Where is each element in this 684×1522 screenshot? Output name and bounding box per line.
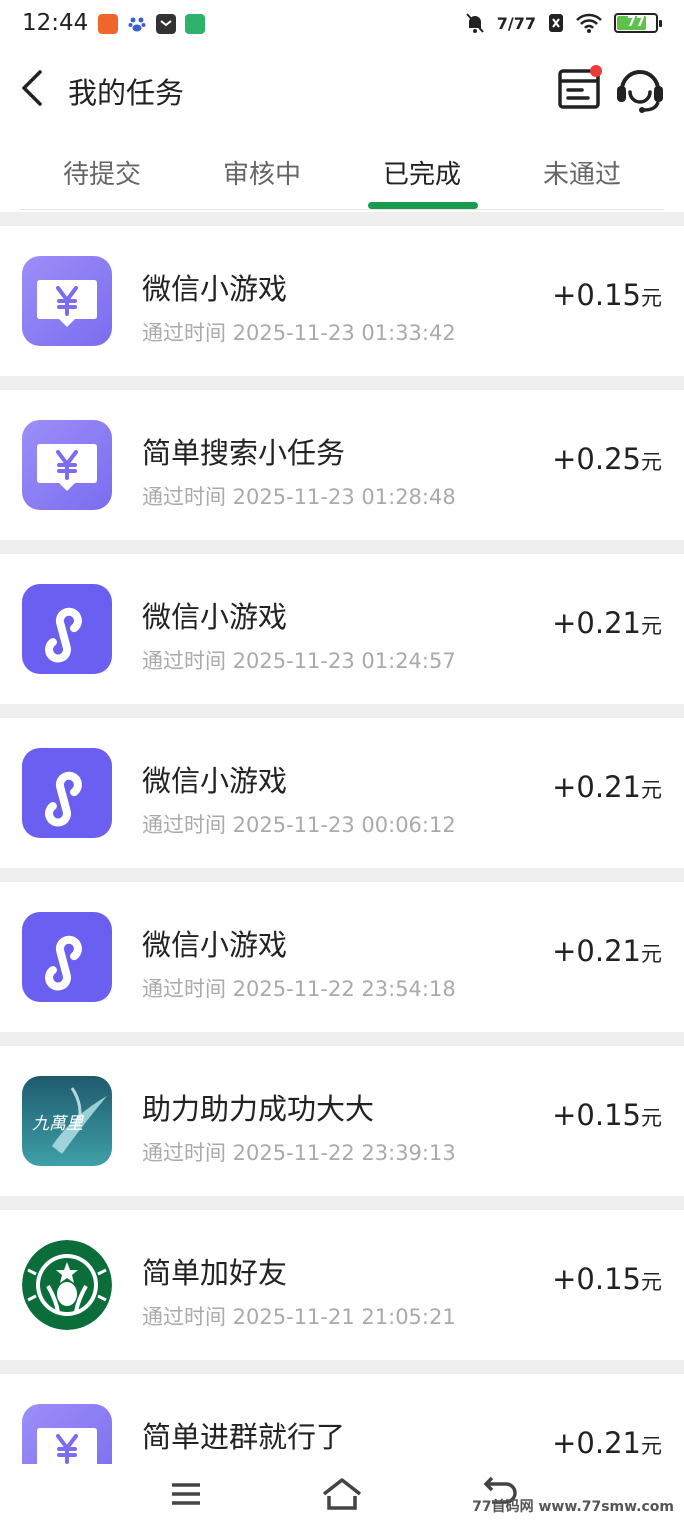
signal-text: 7/77 xyxy=(496,13,536,33)
mute-bell-icon xyxy=(466,13,484,33)
task-amount: +0.25元 xyxy=(552,442,662,476)
task-title: 简单加好友 xyxy=(142,1256,288,1290)
paw-icon xyxy=(127,14,147,34)
green-app-icon xyxy=(185,14,205,34)
customer-service-button[interactable] xyxy=(614,62,666,114)
task-title: 微信小游戏 xyxy=(142,272,288,306)
amount-value: +0.25 xyxy=(552,442,641,476)
tab-rejected[interactable]: 未通过 xyxy=(502,154,662,191)
tab-under-review[interactable]: 审核中 xyxy=(182,154,342,191)
amount-unit: 元 xyxy=(641,942,662,966)
jiuwanli-logo-icon: 九萬里 xyxy=(22,1076,112,1166)
task-item[interactable]: 微信小游戏 通过时间 2025-11-23 00:06:12 +0.21元 xyxy=(0,718,684,868)
amount-value: +0.21 xyxy=(552,606,641,640)
amount-unit: 元 xyxy=(641,1106,662,1130)
home-icon xyxy=(322,1478,362,1510)
task-title: 简单进群就行了 xyxy=(142,1420,346,1454)
task-amount: +0.21元 xyxy=(552,1426,662,1460)
task-title: 微信小游戏 xyxy=(142,928,288,962)
battery-level: 77 xyxy=(626,15,646,30)
amount-unit: 元 xyxy=(641,286,662,310)
tab-pending-submit[interactable]: 待提交 xyxy=(22,154,182,191)
task-amount: +0.15元 xyxy=(552,278,662,312)
task-item[interactable]: 微信小游戏 通过时间 2025-11-23 01:33:42 +0.15元 xyxy=(0,226,684,376)
amount-value: +0.15 xyxy=(552,278,641,312)
home-button[interactable] xyxy=(320,1476,364,1512)
document-list-icon xyxy=(558,65,602,109)
tab-completed[interactable]: 已完成 xyxy=(342,154,502,191)
amount-unit: 元 xyxy=(641,1270,662,1294)
battery-icon: 77 xyxy=(614,13,662,33)
task-time: 通过时间 2025-11-22 23:39:13 xyxy=(142,1141,456,1165)
page-title: 我的任务 xyxy=(68,76,185,110)
mini-program-icon xyxy=(22,748,112,838)
task-time: 通过时间 2025-11-21 21:05:21 xyxy=(142,1305,456,1329)
task-amount: +0.21元 xyxy=(552,606,662,640)
amount-unit: 元 xyxy=(641,778,662,802)
system-nav-bar: 77首码网 www.77smw.com xyxy=(0,1464,684,1522)
amount-value: +0.15 xyxy=(552,1262,641,1296)
task-amount: +0.15元 xyxy=(552,1262,662,1296)
task-time: 通过时间 2025-11-23 01:33:42 xyxy=(142,321,456,345)
status-tabs: 待提交 审核中 已完成 未通过 xyxy=(0,130,684,212)
wifi-icon xyxy=(576,13,602,33)
task-time: 通过时间 2025-11-23 01:24:57 xyxy=(142,649,456,673)
task-time: 通过时间 2025-11-23 01:28:48 xyxy=(142,485,456,509)
task-amount: +0.15元 xyxy=(552,1098,662,1132)
task-title: 微信小游戏 xyxy=(142,600,288,634)
task-title: 微信小游戏 xyxy=(142,764,288,798)
task-amount: +0.21元 xyxy=(552,770,662,804)
task-title: 助力助力成功大大 xyxy=(142,1092,375,1126)
task-time: 通过时间 2025-11-23 00:06:12 xyxy=(142,813,456,837)
amount-value: +0.15 xyxy=(552,1098,641,1132)
task-item[interactable]: 简单加好友 通过时间 2025-11-21 21:05:21 +0.15元 xyxy=(0,1210,684,1360)
task-amount: +0.21元 xyxy=(552,934,662,968)
header: 我的任务 xyxy=(0,50,684,130)
active-tab-indicator xyxy=(368,202,478,209)
amount-unit: 元 xyxy=(641,450,662,474)
amount-value: +0.21 xyxy=(552,770,641,804)
back-arrow-icon xyxy=(22,70,42,106)
tabs-divider xyxy=(20,209,664,210)
yuan-icon xyxy=(22,420,112,510)
task-item[interactable]: 九萬里 助力助力成功大大 通过时间 2025-11-22 23:39:13 +0… xyxy=(0,1046,684,1196)
starbucks-logo-icon xyxy=(22,1240,112,1330)
back-button[interactable] xyxy=(14,66,54,110)
task-title: 简单搜索小任务 xyxy=(142,436,346,470)
task-time: 通过时间 2025-11-22 23:54:18 xyxy=(142,977,456,1001)
logo-text: 九萬里 xyxy=(32,1114,85,1134)
task-item[interactable]: 微信小游戏 通过时间 2025-11-23 01:24:57 +0.21元 xyxy=(0,554,684,704)
status-time: 12:44 xyxy=(22,10,89,36)
amount-value: +0.21 xyxy=(552,934,641,968)
status-icons: 7/77 77 xyxy=(465,12,662,34)
task-item[interactable]: 微信小游戏 通过时间 2025-11-22 23:54:18 +0.21元 xyxy=(0,882,684,1032)
amount-unit: 元 xyxy=(641,1434,662,1458)
mini-program-icon xyxy=(22,584,112,674)
task-item[interactable]: 简单搜索小任务 通过时间 2025-11-23 01:28:48 +0.25元 xyxy=(0,390,684,540)
sim-icon xyxy=(549,14,563,32)
app-orange-icon xyxy=(98,14,118,34)
mail-app-icon xyxy=(156,14,176,34)
yuan-icon xyxy=(22,256,112,346)
headset-icon xyxy=(617,70,663,113)
records-button[interactable] xyxy=(556,64,604,112)
amount-unit: 元 xyxy=(641,614,662,638)
mini-program-icon xyxy=(22,912,112,1002)
watermark: 77首码网 www.77smw.com xyxy=(472,1499,674,1515)
amount-value: +0.21 xyxy=(552,1426,641,1460)
menu-icon xyxy=(172,1483,200,1505)
status-bar: 12:44 7/77 77 xyxy=(0,0,684,50)
menu-button[interactable] xyxy=(166,1476,206,1512)
